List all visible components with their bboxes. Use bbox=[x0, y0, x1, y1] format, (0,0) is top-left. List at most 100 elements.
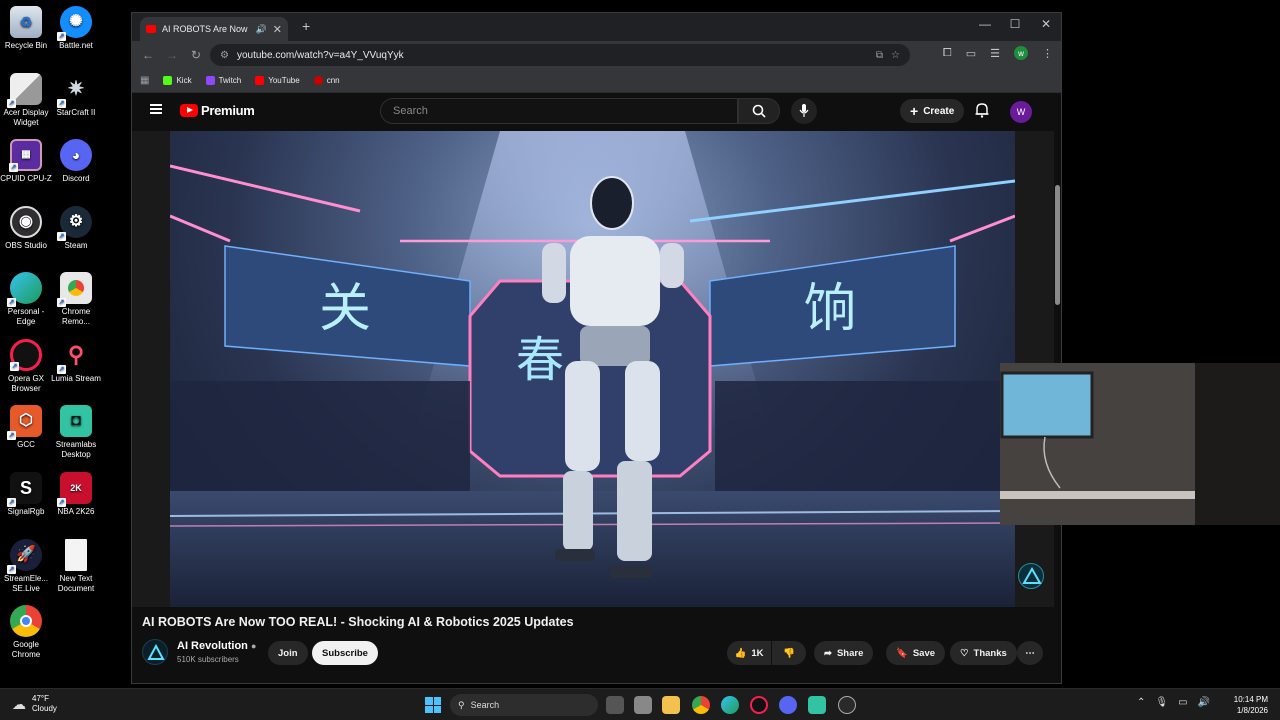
desktop-icon-label: Recycle Bin bbox=[4, 41, 48, 50]
more-menu-icon[interactable]: ⋮ bbox=[1042, 47, 1053, 60]
tray-display-icon[interactable]: ▭ bbox=[1178, 697, 1187, 708]
desktop-icon-starcraft[interactable]: ✷ ↗ StarCraft II bbox=[50, 73, 102, 118]
chrome-taskbar-icon[interactable] bbox=[692, 696, 710, 714]
tray-chevron-icon[interactable]: ⌃ bbox=[1137, 697, 1145, 708]
menu-icon[interactable] bbox=[150, 104, 162, 114]
tray-mic-icon[interactable]: 🎙 bbox=[1155, 697, 1168, 708]
desktop-icon-steam[interactable]: ⚙ ↗ Steam bbox=[50, 206, 102, 251]
search-button[interactable] bbox=[738, 98, 780, 124]
thumbs-up-icon: 👍 bbox=[734, 647, 747, 659]
desktop-icon-label: CPUID CPU-Z bbox=[0, 174, 52, 183]
subscribe-button[interactable]: Subscribe bbox=[312, 641, 378, 665]
desktop-icon-chrome-remote[interactable]: ↗ Chrome Remo... bbox=[50, 272, 102, 327]
bookmark-star-icon[interactable]: ☆ bbox=[891, 50, 900, 61]
desktop-icon-recycle-bin[interactable]: ♻ Recycle Bin bbox=[0, 6, 52, 51]
cast-icon[interactable]: ⧉ bbox=[876, 50, 883, 61]
new-tab-icon[interactable]: + bbox=[302, 18, 310, 34]
opera-gx-taskbar-icon[interactable] bbox=[750, 696, 768, 714]
join-button[interactable]: Join bbox=[268, 641, 308, 665]
bookmark-label: Twitch bbox=[218, 76, 242, 85]
cnn-icon bbox=[313, 76, 323, 85]
profile-avatar[interactable]: w bbox=[1014, 46, 1028, 60]
desktop-icon-lumia[interactable]: ⚲ ↗ Lumia Stream bbox=[50, 339, 102, 384]
voice-search-button[interactable] bbox=[791, 98, 817, 124]
address-bar[interactable]: ⚙ youtube.com/watch?v=a4Y_VVuqYyk ⧉ ☆ bbox=[210, 44, 910, 66]
desktop-icon-gcc[interactable]: ⬡ ↗ GCC bbox=[0, 405, 52, 450]
channel-avatar[interactable] bbox=[142, 639, 168, 665]
desktop-icon-google-chrome[interactable]: Google Chrome bbox=[0, 605, 52, 660]
bookmark-cnn[interactable]: cnn bbox=[313, 76, 340, 85]
split-view-icon[interactable]: ▭ bbox=[966, 47, 976, 60]
discord-taskbar-icon[interactable] bbox=[779, 696, 797, 714]
close-window-icon[interactable]: ✕ bbox=[1031, 17, 1061, 31]
like-count: 1K bbox=[751, 647, 764, 659]
channel-row: AI Revolution ● 510K subscribers Join Su… bbox=[142, 639, 1047, 669]
reading-list-icon[interactable]: ☰ bbox=[990, 47, 1000, 60]
create-button[interactable]: + Create bbox=[900, 99, 965, 123]
site-info-icon[interactable]: ⚙ bbox=[220, 50, 229, 61]
dislike-button[interactable]: 👎 bbox=[772, 641, 806, 665]
toolbar-actions: ⧠ ▭ ☰ w ⋮ bbox=[943, 46, 1053, 60]
youtube-logo[interactable]: Premium bbox=[180, 103, 255, 118]
account-avatar[interactable]: W bbox=[1010, 101, 1032, 123]
forward-icon[interactable]: → bbox=[164, 48, 180, 62]
search-input[interactable]: Search bbox=[380, 98, 738, 124]
page-scrollbar-thumb[interactable] bbox=[1055, 185, 1060, 305]
desktop-icon-streamlabs[interactable]: ◘ Streamlabs Desktop bbox=[50, 405, 102, 460]
desktop-icon-signalrgb[interactable]: S ↗ SignalRgb bbox=[0, 472, 52, 517]
browser-tab-active[interactable]: AI ROBOTS Are Now TOO R... 🔊 ✕ bbox=[140, 17, 288, 41]
edge-taskbar-icon[interactable] bbox=[721, 696, 739, 714]
thanks-icon: ♡ bbox=[960, 647, 969, 659]
speaker-icon[interactable]: 🔊 bbox=[256, 24, 267, 35]
close-tab-icon[interactable]: ✕ bbox=[273, 23, 282, 36]
desktop-icon-nba2k26[interactable]: 2K ↗ NBA 2K26 bbox=[50, 472, 102, 517]
weather-widget[interactable]: ☁ 47°F Cloudy bbox=[12, 694, 57, 714]
taskbar-search-label: Search bbox=[470, 700, 500, 710]
start-button[interactable] bbox=[425, 697, 441, 713]
streamlabs-taskbar-icon[interactable] bbox=[808, 696, 826, 714]
thanks-button[interactable]: ♡ Thanks bbox=[950, 641, 1017, 665]
desktop-icon-discord[interactable]: ◕ Discord bbox=[50, 139, 102, 184]
video-player[interactable]: 关 饷 春 bbox=[132, 131, 1054, 607]
file-explorer-icon[interactable] bbox=[662, 696, 680, 714]
file-explorer-tab-icon[interactable] bbox=[634, 696, 652, 714]
task-view-icon[interactable] bbox=[606, 696, 624, 714]
kick-icon bbox=[163, 76, 173, 85]
bookmark-youtube[interactable]: YouTube bbox=[255, 76, 300, 85]
channel-watermark-icon[interactable] bbox=[1018, 563, 1044, 589]
desktop-icon-new-text-document[interactable]: New Text Document bbox=[50, 539, 102, 594]
desktop-icon-edge[interactable]: ↗ Personal - Edge bbox=[0, 272, 52, 327]
channel-name[interactable]: AI Revolution ● bbox=[177, 640, 256, 652]
lumia-stream-icon: ⚲ ↗ bbox=[57, 342, 85, 374]
browser-window: AI ROBOTS Are Now TOO R... 🔊 ✕ + — ☐ ✕ ←… bbox=[131, 12, 1062, 684]
tray-volume-icon[interactable]: 🔊 bbox=[1198, 697, 1210, 708]
more-actions-button[interactable]: ⋯ bbox=[1017, 641, 1043, 665]
notifications-bell-icon[interactable] bbox=[975, 102, 989, 118]
bookmark-kick[interactable]: Kick bbox=[163, 76, 192, 85]
minimize-icon[interactable]: — bbox=[970, 17, 1000, 31]
share-button[interactable]: ➦ Share bbox=[814, 641, 874, 665]
desktop-icon-streamelements[interactable]: 🚀 ↗ StreamEle... SE.Live bbox=[0, 539, 52, 594]
system-clock[interactable]: 10:14 PM 1/8/2026 bbox=[1234, 694, 1268, 716]
streamlabs-icon: ◘ bbox=[60, 405, 92, 437]
reload-icon[interactable]: ↻ bbox=[188, 48, 204, 62]
steam-taskbar-icon[interactable] bbox=[838, 696, 856, 714]
desktop-icon-battlenet[interactable]: ✺ ↗ Battle.net bbox=[50, 6, 102, 51]
desktop-icon-acer-display[interactable]: ↗ Acer Display Widget bbox=[0, 73, 52, 128]
maximize-icon[interactable]: ☐ bbox=[1000, 17, 1030, 31]
youtube-logo-text: Premium bbox=[201, 103, 255, 118]
desktop-icon-label: StarCraft II bbox=[56, 108, 96, 117]
save-button[interactable]: 🔖 Save bbox=[886, 641, 946, 665]
taskbar-search[interactable]: ⚲ Search bbox=[450, 694, 598, 716]
desktop-icon-label: New Text Document bbox=[57, 574, 95, 593]
desktop-icon-opera-gx[interactable]: ↗ Opera GX Browser bbox=[0, 339, 52, 394]
desktop-icon-obs[interactable]: ◉ OBS Studio bbox=[0, 206, 52, 251]
browser-toolbar: ← → ↻ ⚙ youtube.com/watch?v=a4Y_VVuqYyk … bbox=[132, 41, 1061, 69]
apps-grid-icon[interactable]: ▦ bbox=[140, 75, 149, 86]
back-icon[interactable]: ← bbox=[140, 48, 156, 62]
extensions-icon[interactable]: ⧠ bbox=[943, 47, 952, 60]
like-button[interactable]: 👍 1K bbox=[727, 641, 771, 665]
video-frame: 关 饷 春 bbox=[170, 131, 1015, 607]
desktop-icon-cpuz[interactable]: ▦ ↗ CPUID CPU-Z bbox=[0, 139, 52, 184]
bookmark-twitch[interactable]: Twitch bbox=[205, 76, 242, 85]
